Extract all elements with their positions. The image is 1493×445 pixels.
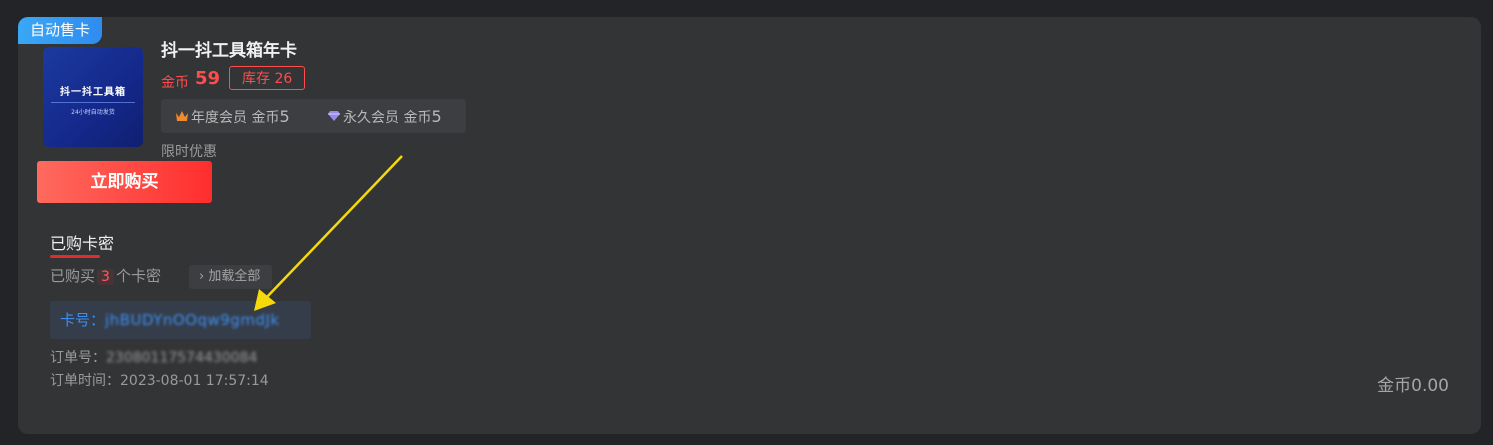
- annual-member-value: 5: [279, 107, 290, 126]
- diamond-icon: [327, 110, 343, 126]
- auto-sale-badge: 自动售卡: [18, 17, 103, 44]
- load-all-button[interactable]: › 加载全部: [189, 265, 273, 289]
- lifetime-member-price: 永久会员 金币5: [327, 107, 442, 127]
- section-underline: [50, 255, 100, 258]
- price-label: 金币: [161, 75, 189, 91]
- member-price-box: 年度会员 金币5 永久会员 金币5: [161, 99, 466, 133]
- card-number-field[interactable]: 卡号：jhBUDYnOOqw9gmdJk: [50, 301, 311, 339]
- bought-prefix: 已购买: [50, 267, 96, 285]
- bought-suffix: 个卡密: [115, 267, 161, 285]
- cover-title: 抖一抖工具箱: [60, 87, 126, 98]
- buy-now-button[interactable]: 立即购买: [37, 161, 212, 203]
- cover-subtitle: 24小时自动发货: [71, 109, 115, 116]
- annual-member-label: 年度会员 金币: [191, 110, 280, 126]
- order-time: 订单时间：2023-08-01 17:57:14: [50, 370, 269, 390]
- load-all-label: 加载全部: [208, 269, 261, 284]
- price-value: 59: [195, 68, 221, 89]
- order-total: 金币0.00: [1377, 376, 1449, 396]
- order-number-label: 订单号：: [50, 350, 106, 366]
- bought-summary: 已购买 3 个卡密: [50, 265, 161, 286]
- crown-icon: [175, 110, 191, 126]
- annual-member-price: 年度会员 金币5: [175, 107, 290, 127]
- lifetime-member-value: 5: [431, 107, 442, 126]
- order-number-value: 23080117574430084: [106, 350, 258, 366]
- stock-badge: 库存 26: [229, 66, 306, 90]
- lifetime-member-label: 永久会员 金币: [343, 110, 432, 126]
- card-number-label: 卡号：: [60, 311, 106, 329]
- product-title: 抖一抖工具箱年卡: [161, 41, 297, 61]
- order-number: 订单号：23080117574430084: [50, 347, 257, 367]
- purchased-cards-title: 已购卡密: [50, 234, 115, 253]
- cover-divider: [51, 102, 135, 103]
- card-number-value[interactable]: jhBUDYnOOqw9gmdJk: [105, 311, 280, 329]
- limited-offer-text: 限时优惠: [161, 144, 217, 160]
- chevron-right-icon: ›: [199, 269, 205, 284]
- bought-count: 3: [97, 269, 114, 285]
- product-cover-image: 抖一抖工具箱 24小时自动发货: [43, 47, 143, 147]
- order-time-label: 订单时间：: [50, 373, 120, 389]
- order-time-value: 2023-08-01 17:57:14: [120, 373, 269, 389]
